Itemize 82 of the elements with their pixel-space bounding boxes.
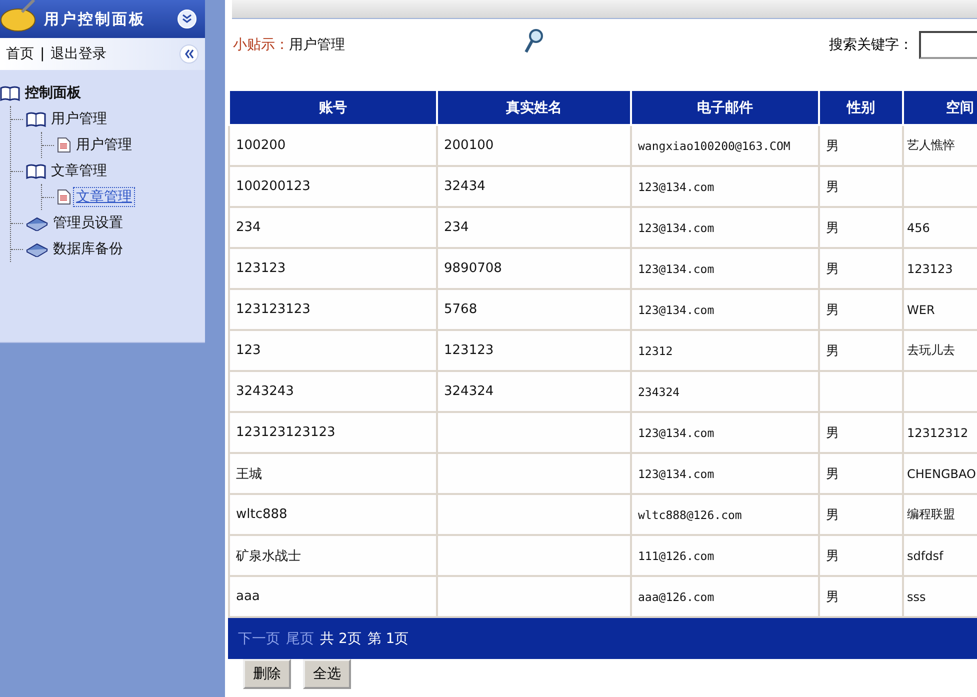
tree-item[interactable]: 管理员设置 bbox=[51, 214, 125, 232]
table-cell: 男 bbox=[826, 180, 839, 194]
table-cell: 5768 bbox=[444, 302, 478, 317]
table-cell: 矿泉水战士 bbox=[236, 548, 301, 564]
table-cell: 男 bbox=[826, 548, 839, 564]
table-cell: 男 bbox=[826, 466, 839, 482]
page-link[interactable]: 尾页 bbox=[286, 630, 314, 648]
table-cell: 男 bbox=[826, 220, 839, 236]
tree-item[interactable]: 用户管理 bbox=[49, 110, 109, 128]
table-cell: 3243243 bbox=[236, 384, 294, 399]
table-cell: aaa bbox=[236, 589, 260, 604]
logout-link[interactable]: 退出登录 bbox=[50, 45, 107, 63]
table-cell: 456 bbox=[907, 220, 930, 234]
table-cell: WER bbox=[907, 302, 935, 316]
table-cell: wangxiao100200@163.COM bbox=[638, 138, 790, 152]
expand-icon[interactable] bbox=[177, 9, 197, 29]
table-cell: 234324 bbox=[638, 384, 680, 398]
table-cell: 32434 bbox=[444, 179, 486, 194]
collapse-icon[interactable] bbox=[179, 44, 199, 64]
table-cell: 324324 bbox=[444, 384, 494, 399]
document-icon bbox=[57, 189, 71, 205]
table-cell: 123123 bbox=[444, 343, 494, 358]
column-header: 账号 bbox=[229, 91, 437, 125]
document-icon bbox=[57, 137, 71, 153]
table-cell: 编程联盟 bbox=[907, 507, 955, 521]
table-cell: 123@134.com bbox=[638, 262, 714, 276]
home-link[interactable]: 首页 bbox=[6, 45, 34, 63]
table-cell: 123@134.com bbox=[638, 466, 714, 480]
tree-item[interactable]: 数据库备份 bbox=[51, 240, 125, 258]
table-cell: 12312 bbox=[638, 344, 673, 358]
table-cell: 9890708 bbox=[444, 261, 502, 276]
tip-text: 小贴示：用户管理 bbox=[233, 36, 345, 54]
table-cell: 去玩儿去 bbox=[907, 343, 955, 357]
table-cell: aaa@126.com bbox=[638, 590, 714, 604]
table-cell: 100200123 bbox=[236, 179, 310, 194]
table-cell: sss bbox=[907, 590, 926, 604]
column-header: 空间 bbox=[903, 91, 977, 125]
table-cell: 123123123123 bbox=[236, 425, 336, 440]
table-cell: sdfdsf bbox=[907, 548, 944, 562]
tree-item[interactable]: 控制面板 bbox=[23, 84, 83, 102]
tree-item[interactable]: 用户管理 bbox=[74, 136, 134, 154]
table-cell: 男 bbox=[826, 590, 839, 604]
table-cell: 123@134.com bbox=[638, 426, 714, 440]
table-cell: 男 bbox=[826, 344, 839, 358]
separator: | bbox=[40, 46, 45, 62]
page-link[interactable]: 下一页 bbox=[238, 630, 280, 648]
table-cell: 123 bbox=[236, 343, 261, 358]
search-icon[interactable] bbox=[523, 28, 545, 54]
table-cell: 王城 bbox=[236, 466, 262, 482]
table-cell: 123@134.com bbox=[638, 302, 714, 316]
table-cell: 100200 bbox=[236, 138, 286, 153]
table-cell: 234 bbox=[236, 220, 261, 235]
tree-item[interactable]: 文章管理 bbox=[74, 188, 134, 206]
table-cell: 男 bbox=[826, 508, 839, 522]
search-field[interactable] bbox=[919, 31, 977, 59]
table-cell: wltc888 bbox=[236, 507, 288, 522]
action-button[interactable]: 删除 bbox=[243, 659, 291, 689]
tree-item[interactable]: 文章管理 bbox=[49, 162, 109, 180]
table-cell: 234 bbox=[444, 220, 469, 235]
column-header: 性别 bbox=[819, 91, 903, 125]
table-cell: 111@126.com bbox=[638, 548, 714, 562]
table-cell: 123123 bbox=[907, 262, 953, 276]
table-cell: 男 bbox=[826, 426, 839, 440]
table-cell: 123123123 bbox=[236, 302, 310, 317]
page-info: 第 1页 bbox=[367, 630, 409, 648]
table-cell: 男 bbox=[826, 138, 839, 154]
table-cell: 男 bbox=[826, 302, 839, 318]
column-header: 电子邮件 bbox=[631, 91, 819, 125]
action-button[interactable]: 全选 bbox=[303, 659, 351, 689]
table-cell: 123@134.com bbox=[638, 180, 714, 194]
table-cell: 123@134.com bbox=[638, 220, 714, 234]
column-header: 真实姓名 bbox=[437, 91, 631, 125]
table-cell: wltc888@126.com bbox=[638, 508, 742, 522]
table-cell: 123123 bbox=[236, 261, 286, 276]
table-cell: 男 bbox=[826, 262, 839, 276]
table-cell: 200100 bbox=[444, 138, 494, 153]
search-label: 搜索关键字： bbox=[829, 36, 913, 54]
table-cell: 12312312 bbox=[907, 426, 968, 440]
table-cell: 艺人憔悴 bbox=[907, 138, 955, 152]
panel-title: 用户控制面板 bbox=[44, 10, 147, 28]
page-info: 共 2页 bbox=[320, 630, 362, 648]
table-cell: CHENGBAO bbox=[907, 466, 976, 480]
